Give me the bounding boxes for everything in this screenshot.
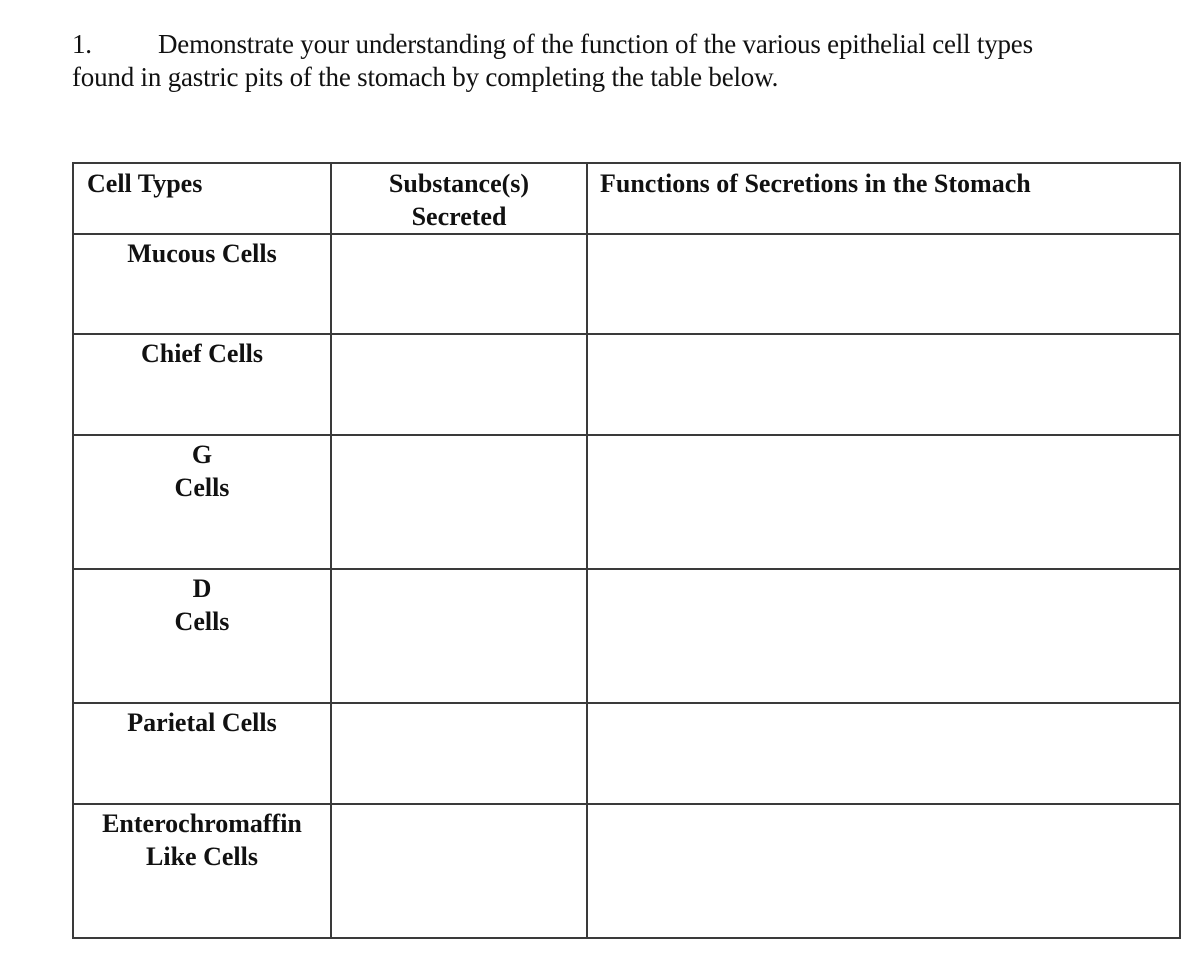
- cell-type-line1: Enterochromaffin: [102, 809, 302, 838]
- header-substances-line2: Secreted: [411, 202, 507, 231]
- table-row: G Cells: [72, 434, 1181, 570]
- cell-type-line1: Mucous Cells: [127, 239, 277, 268]
- cell-type-label: D Cells: [72, 568, 332, 704]
- header-substances-line1: Substance(s): [388, 169, 530, 198]
- cell-types-table: Cell Types Substance(s) Secreted Functio…: [72, 162, 1181, 939]
- table-row: Chief Cells: [72, 333, 1181, 436]
- cell-type-line2: Cells: [174, 607, 230, 636]
- functions-answer-cell[interactable]: [586, 702, 1181, 805]
- cell-type-line1: Chief Cells: [140, 339, 264, 368]
- cell-type-line1: G: [191, 440, 213, 469]
- question-number: 1.: [72, 29, 92, 59]
- header-functions: Functions of Secretions in the Stomach: [586, 162, 1181, 235]
- question-text-line2: found in gastric pits of the stomach by …: [72, 62, 779, 92]
- cell-type-line1: D: [192, 574, 212, 603]
- cell-type-label: Enterochromaffin Like Cells: [72, 803, 332, 939]
- header-substances-secreted: Substance(s) Secreted: [330, 162, 588, 235]
- table-row: D Cells: [72, 568, 1181, 704]
- substances-answer-cell[interactable]: [330, 803, 588, 939]
- table-header-row: Cell Types Substance(s) Secreted Functio…: [72, 162, 1181, 235]
- cell-type-line2: Cells: [174, 473, 230, 502]
- functions-answer-cell[interactable]: [586, 803, 1181, 939]
- substances-answer-cell[interactable]: [330, 233, 588, 335]
- cell-type-label: Chief Cells: [72, 333, 332, 436]
- functions-answer-cell[interactable]: [586, 233, 1181, 335]
- table-row: Parietal Cells: [72, 702, 1181, 805]
- cell-type-line2: Like Cells: [146, 842, 258, 871]
- substances-answer-cell[interactable]: [330, 434, 588, 570]
- functions-answer-cell[interactable]: [586, 568, 1181, 704]
- substances-answer-cell[interactable]: [330, 702, 588, 805]
- functions-answer-cell[interactable]: [586, 333, 1181, 436]
- header-cell-types: Cell Types: [72, 162, 332, 235]
- functions-answer-cell[interactable]: [586, 434, 1181, 570]
- substances-answer-cell[interactable]: [330, 568, 588, 704]
- cell-type-label: Parietal Cells: [72, 702, 332, 805]
- question-prompt: 1. Demonstrate your understanding of the …: [72, 28, 1192, 94]
- cell-type-line1: Parietal Cells: [127, 708, 277, 737]
- table-row: Mucous Cells: [72, 233, 1181, 335]
- table-row: Enterochromaffin Like Cells: [72, 803, 1181, 939]
- cell-type-label: Mucous Cells: [72, 233, 332, 335]
- question-text-line1: Demonstrate your understanding of the fu…: [158, 29, 1033, 59]
- substances-answer-cell[interactable]: [330, 333, 588, 436]
- cell-type-label: G Cells: [72, 434, 332, 570]
